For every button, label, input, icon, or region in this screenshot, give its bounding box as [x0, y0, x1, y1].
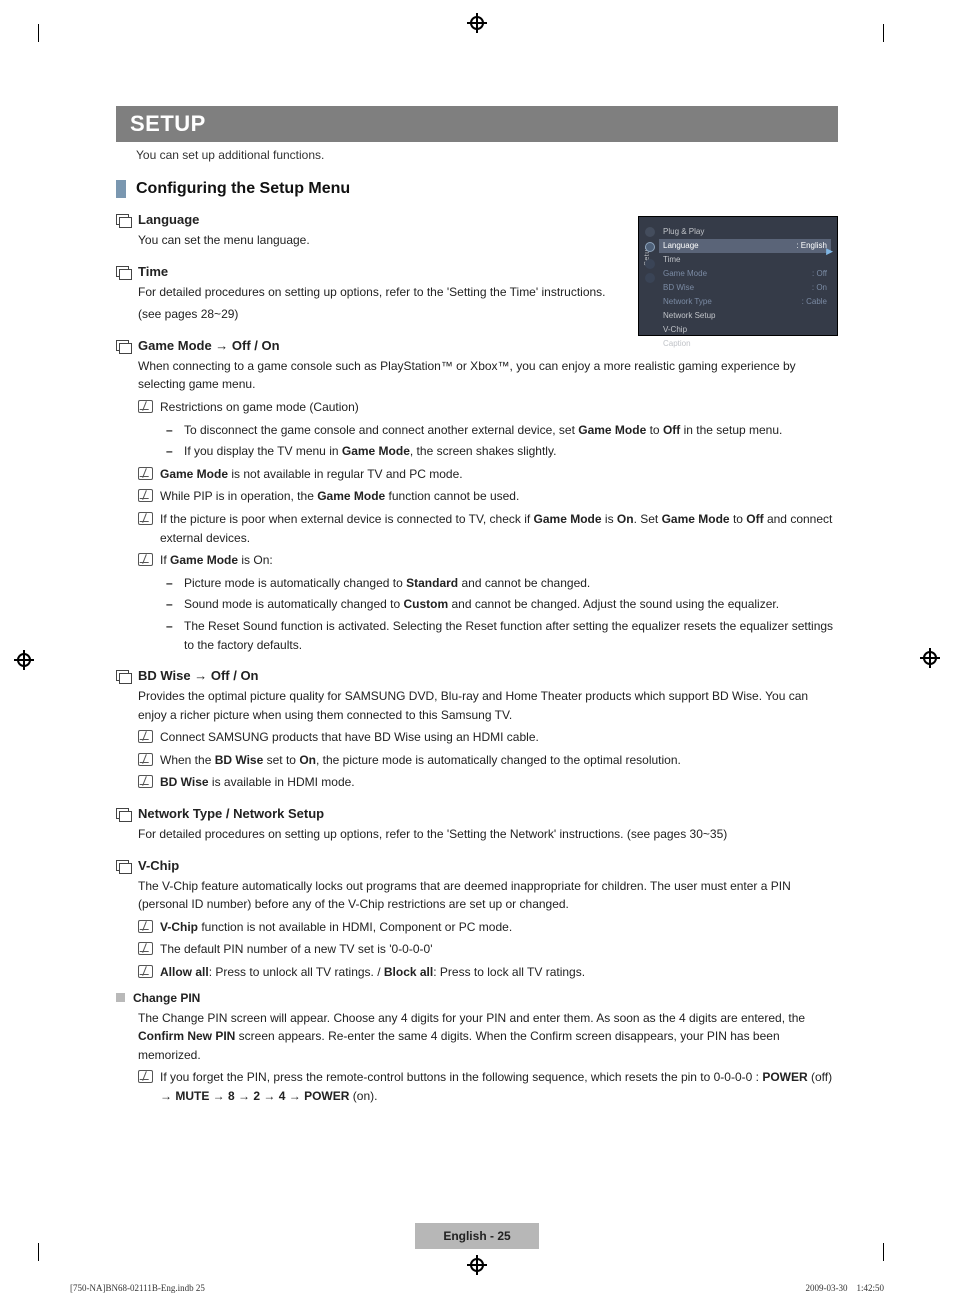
osd-row-value: : Cable [802, 296, 827, 308]
page-number-pill: English - 25 [415, 1223, 538, 1249]
crop-mark [883, 1243, 884, 1261]
square-bullet-icon [116, 993, 125, 1002]
registration-mark-icon [920, 648, 940, 668]
dash-icon: – [166, 595, 176, 614]
note-icon [138, 553, 152, 566]
item-text: For detailed procedures on setting up op… [138, 825, 838, 844]
note-icon [138, 942, 152, 955]
note-icon [138, 1070, 152, 1083]
note-text: Sound mode is automatically changed to C… [184, 595, 779, 614]
osd-row-label: Caption [663, 338, 691, 350]
note-text: Game Mode is not available in regular TV… [160, 465, 463, 484]
item-text: The Change PIN screen will appear. Choos… [138, 1009, 838, 1065]
bullet-icon [116, 808, 130, 820]
osd-row: BD Wise : On [659, 281, 831, 295]
note-text: Picture mode is automatically changed to… [184, 574, 590, 593]
crop-mark [38, 24, 39, 42]
bullet-icon [116, 860, 130, 872]
osd-row-value: : On [812, 282, 827, 294]
osd-row-label: Game Mode [663, 268, 707, 280]
dash-icon: – [166, 574, 176, 593]
note-icon [138, 512, 152, 525]
intro-text: You can set up additional functions. [116, 142, 838, 166]
note-text: If Game Mode is On: [160, 551, 273, 570]
note-text: If the picture is poor when external dev… [160, 510, 838, 547]
crop-mark [883, 24, 884, 42]
dash-icon: – [166, 421, 176, 440]
osd-category-icon [645, 227, 655, 237]
osd-row-value: : Off [812, 268, 827, 280]
note-text: The Reset Sound function is activated. S… [184, 617, 838, 654]
note-icon [138, 753, 152, 766]
section-tab-icon [116, 180, 126, 198]
bullet-icon [116, 340, 130, 352]
note-text: While PIP is in operation, the Game Mode… [160, 487, 519, 506]
osd-row: Network Type : Cable [659, 295, 831, 309]
item-title-network: Network Type / Network Setup [138, 806, 324, 821]
note-icon [138, 467, 152, 480]
note-icon [138, 730, 152, 743]
item-title-time: Time [138, 264, 168, 279]
note-text: Restrictions on game mode (Caution) [160, 398, 359, 417]
note-icon [138, 489, 152, 502]
osd-row-label: BD Wise [663, 282, 694, 294]
registration-mark-icon [467, 13, 487, 33]
osd-row: Time [659, 253, 831, 267]
osd-row: Game Mode : Off [659, 267, 831, 281]
osd-row-selected: Language : English [659, 239, 831, 253]
item-text: The V-Chip feature automatically locks o… [138, 877, 838, 914]
item-text: Provides the optimal picture quality for… [138, 687, 838, 724]
osd-row: Caption [659, 337, 831, 351]
note-text: BD Wise is available in HDMI mode. [160, 773, 355, 792]
note-text: The default PIN number of a new TV set i… [160, 940, 433, 959]
page-body: SETUP You can set up additional function… [80, 70, 874, 1259]
note-icon [138, 920, 152, 933]
note-text: Connect SAMSUNG products that have BD Wi… [160, 728, 539, 747]
item-title-change-pin: Change PIN [133, 991, 200, 1005]
note-icon [138, 775, 152, 788]
crop-mark [38, 1243, 39, 1261]
osd-row-label: Network Type [663, 296, 712, 308]
doc-footer-right: 2009-03-30 1:42:50 [806, 1283, 885, 1293]
osd-row-value: : English [796, 240, 827, 252]
note-icon [138, 965, 152, 978]
title-bar: SETUP [116, 106, 838, 142]
osd-row-label: Time [663, 254, 680, 266]
item-title-game-mode: Game Mode → Off / On [138, 338, 280, 353]
note-text: Allow all: Press to unlock all TV rating… [160, 963, 585, 982]
bullet-icon [116, 266, 130, 278]
osd-row: V-Chip [659, 323, 831, 337]
note-text: If you display the TV menu in Game Mode,… [184, 442, 556, 461]
note-icon [138, 400, 152, 413]
doc-footer-left: [750-NA]BN68-02111B-Eng.indb 25 [70, 1283, 205, 1293]
osd-row: Network Setup [659, 309, 831, 323]
bullet-icon [116, 214, 130, 226]
osd-category-icon [645, 242, 655, 252]
osd-row-label: V-Chip [663, 324, 687, 336]
section-heading: Configuring the Setup Menu [136, 180, 350, 198]
osd-category-icon [645, 273, 655, 283]
osd-row-label: Language [663, 240, 699, 252]
note-text: V-Chip function is not available in HDMI… [160, 918, 512, 937]
doc-footer: [750-NA]BN68-02111B-Eng.indb 25 2009-03-… [70, 1283, 884, 1293]
osd-preview: Setup ▶ Plug & Play Language: English Ti… [638, 216, 838, 336]
dash-icon: – [166, 442, 176, 461]
item-text: When connecting to a game console such a… [138, 357, 838, 394]
note-text: If you forget the PIN, press the remote-… [160, 1068, 838, 1105]
item-title-language: Language [138, 212, 199, 227]
note-text: To disconnect the game console and conne… [184, 421, 782, 440]
item-title-vchip: V-Chip [138, 858, 179, 873]
osd-row-label: Network Setup [663, 310, 715, 322]
osd-row-label: Plug & Play [663, 226, 704, 238]
item-title-bdwise: BD Wise → Off / On [138, 668, 259, 683]
dash-icon: – [166, 617, 176, 654]
note-text: When the BD Wise set to On, the picture … [160, 751, 681, 770]
registration-mark-icon [14, 650, 34, 670]
osd-category-icon [645, 259, 655, 269]
bullet-icon [116, 670, 130, 682]
chevron-right-icon: ▶ [826, 245, 833, 259]
osd-row: Plug & Play [659, 225, 831, 239]
